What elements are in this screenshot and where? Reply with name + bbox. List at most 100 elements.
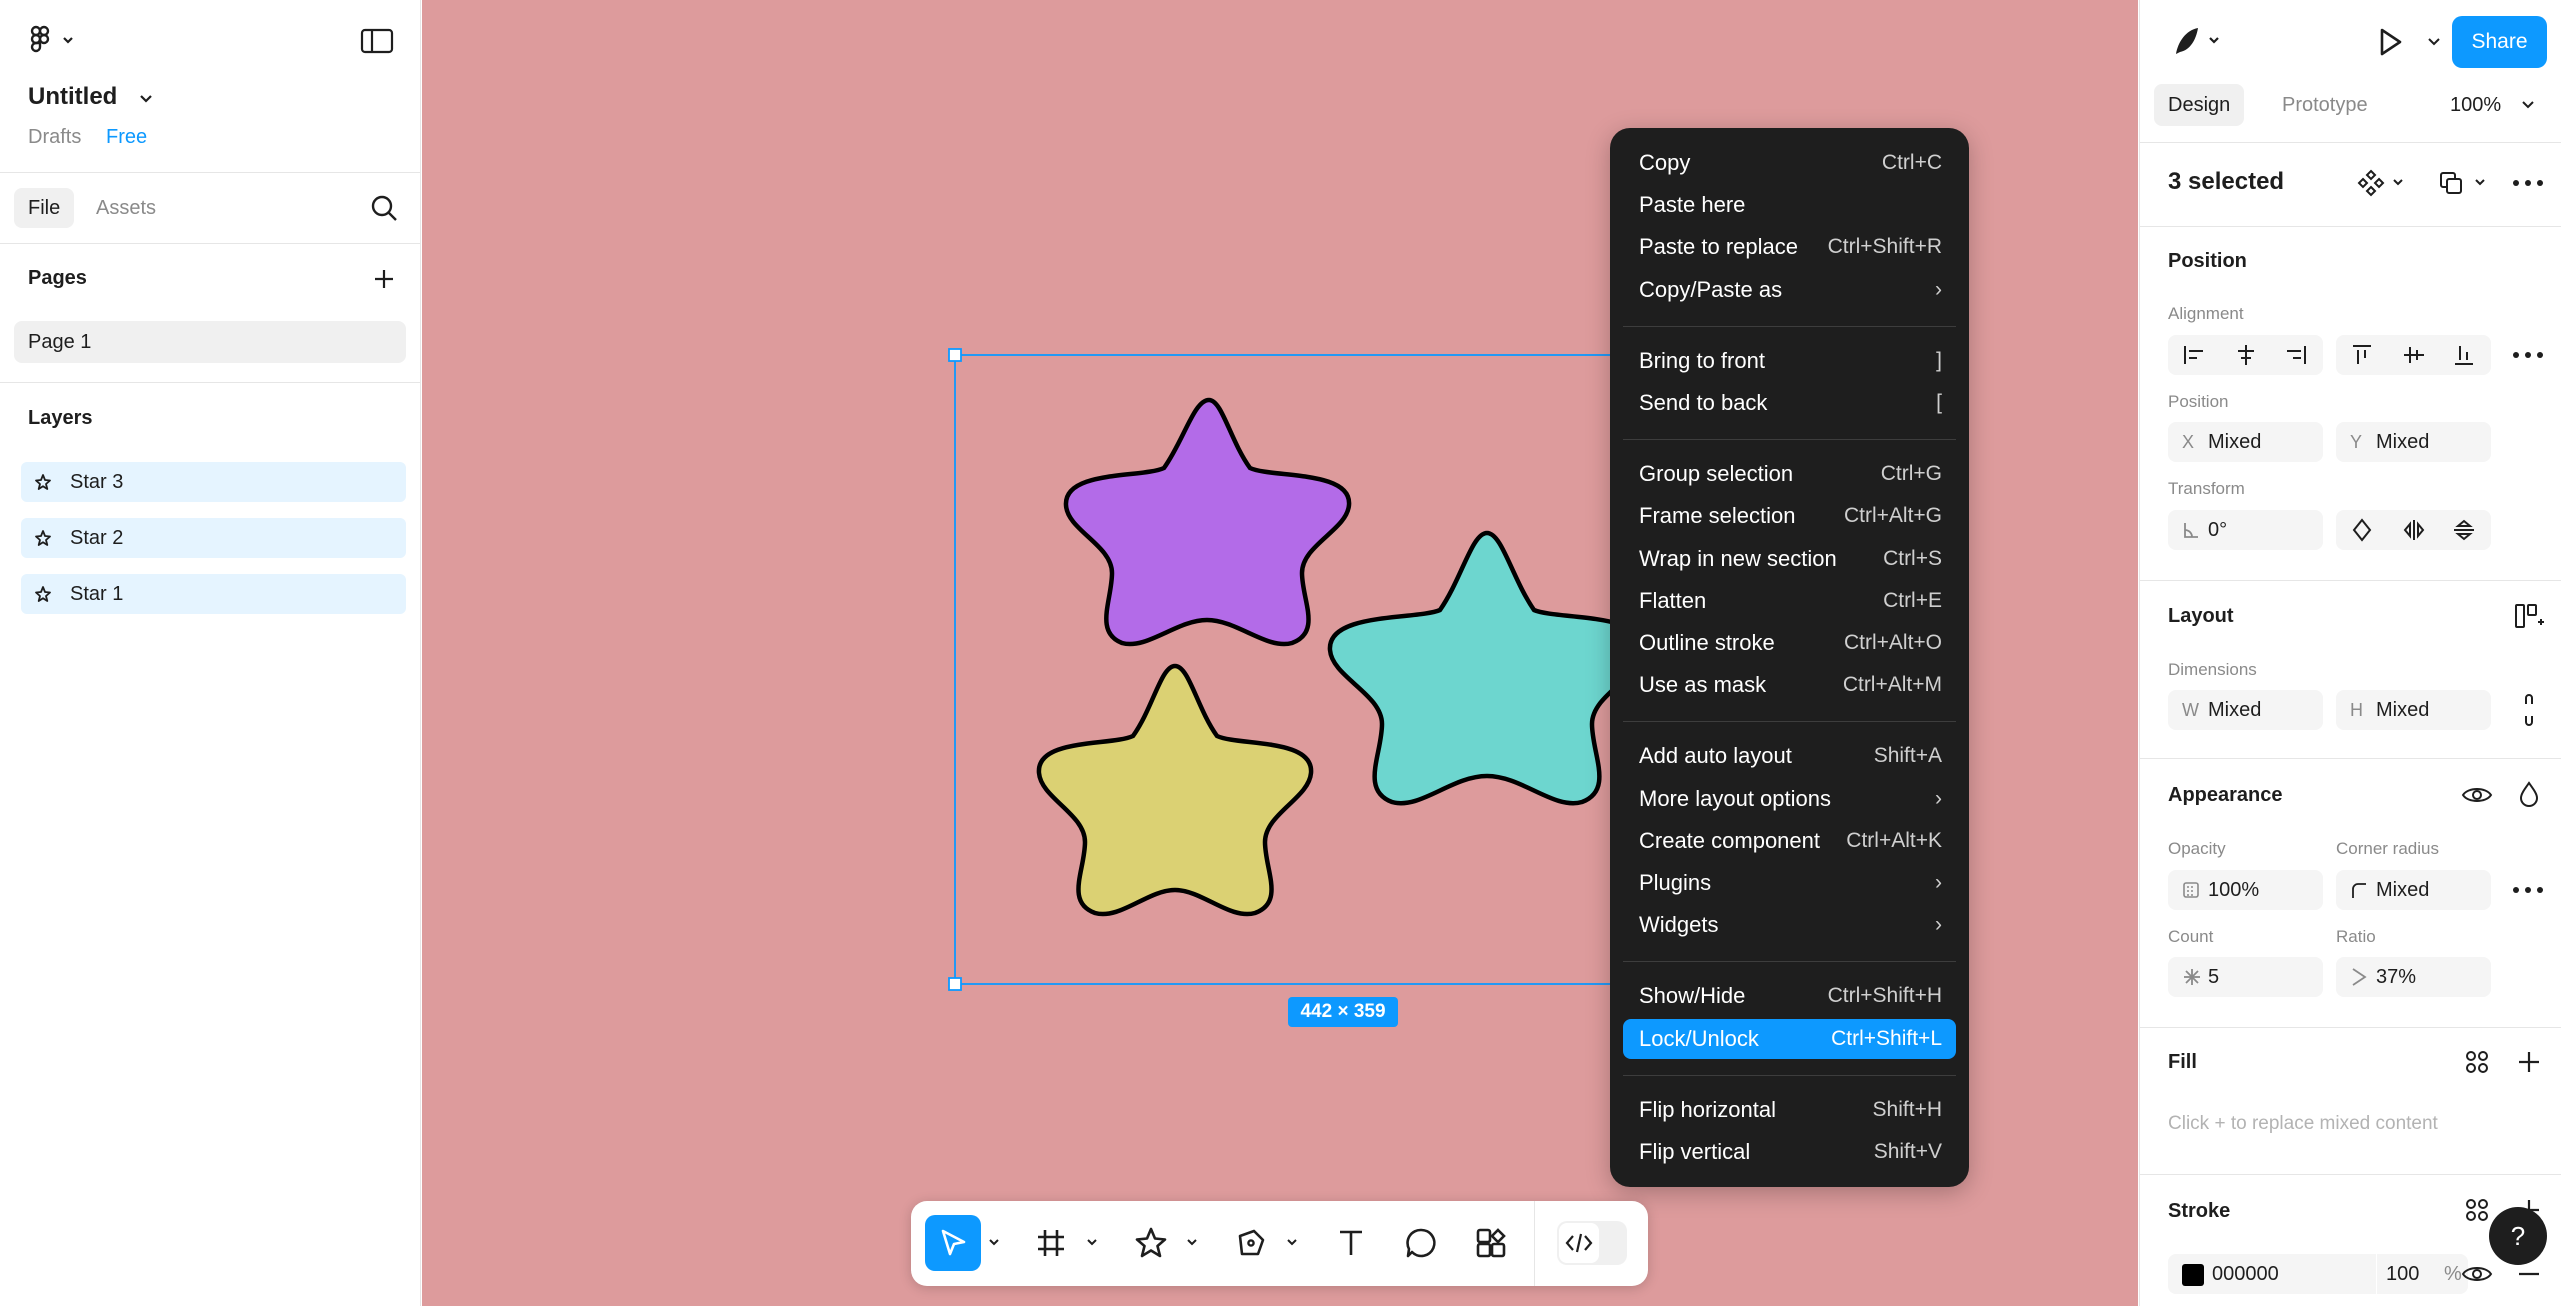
- main-menu-button[interactable]: [28, 24, 80, 58]
- file-name[interactable]: Untitled: [28, 83, 117, 111]
- actions-tool-button[interactable]: [1463, 1215, 1519, 1271]
- help-button[interactable]: ?: [2489, 1207, 2547, 1265]
- fill-styles-button[interactable]: [2458, 1044, 2496, 1080]
- pen-tool-button[interactable]: [1223, 1215, 1279, 1271]
- menu-item-label: Copy: [1639, 150, 1691, 175]
- corner-radius-field[interactable]: Mixed: [2336, 870, 2491, 910]
- stroke-opacity-value[interactable]: 100: [2386, 1254, 2419, 1294]
- plan-badge[interactable]: Free: [106, 126, 147, 149]
- menu-item[interactable]: Bring to front]: [1623, 341, 1956, 381]
- star-2-shape[interactable]: [1327, 530, 1647, 806]
- y-position-field[interactable]: Y Mixed: [2336, 422, 2491, 462]
- menu-item[interactable]: Add auto layout Shift+A: [1623, 736, 1956, 776]
- layer-row[interactable]: Star 1: [21, 574, 406, 614]
- align-center-button[interactable]: [2226, 335, 2266, 375]
- add-fill-button[interactable]: [2510, 1044, 2548, 1080]
- tab-assets[interactable]: Assets: [82, 188, 170, 228]
- x-position-field[interactable]: X Mixed: [2168, 422, 2323, 462]
- stroke-styles-button[interactable]: [2458, 1192, 2496, 1228]
- menu-item[interactable]: Flip vertical Shift+V: [1623, 1132, 1956, 1172]
- width-field[interactable]: W Mixed: [2168, 690, 2323, 730]
- menu-item[interactable]: Use as mask Ctrl+Alt+M: [1623, 665, 1956, 705]
- star-1-shape[interactable]: [1036, 663, 1314, 917]
- move-tool-chevron-icon[interactable]: [987, 1235, 1001, 1249]
- align-bottom-button[interactable]: [2444, 335, 2484, 375]
- layer-row[interactable]: Star 3: [21, 462, 406, 502]
- star-3-shape[interactable]: [1063, 397, 1352, 647]
- file-menu-chevron-icon[interactable]: [136, 88, 156, 108]
- alignment-more-button[interactable]: [2508, 338, 2548, 372]
- height-field[interactable]: H Mixed: [2336, 690, 2491, 730]
- menu-item[interactable]: Send to back [: [1623, 383, 1956, 423]
- menu-item[interactable]: Widgets ›: [1623, 905, 1956, 945]
- search-layers-button[interactable]: [366, 190, 402, 226]
- appearance-more-button[interactable]: [2508, 873, 2548, 907]
- visibility-button[interactable]: [2458, 776, 2496, 814]
- toggle-sidebar-button[interactable]: [358, 26, 396, 56]
- h-value: Mixed: [2376, 699, 2430, 721]
- user-menu-button[interactable]: [2168, 22, 2228, 62]
- flip-vertical-button[interactable]: [2444, 510, 2484, 550]
- menu-item[interactable]: Lock/Unlock Ctrl+Shift+L: [1623, 1018, 1956, 1059]
- menu-item[interactable]: Plugins ›: [1623, 863, 1956, 903]
- zoom-dropdown[interactable]: 100%: [2450, 84, 2501, 126]
- stroke-color-field[interactable]: 000000 100 %: [2168, 1254, 2468, 1294]
- zoom-chevron-icon[interactable]: [2520, 97, 2536, 113]
- flip-horizontal-button[interactable]: [2394, 510, 2434, 550]
- present-chevron-icon[interactable]: [2426, 34, 2442, 50]
- dev-mode-toggle[interactable]: [1557, 1221, 1627, 1265]
- menu-item[interactable]: More layout options ›: [1623, 779, 1956, 819]
- text-tool-button[interactable]: [1323, 1215, 1379, 1271]
- menu-item[interactable]: Flip horizontal Shift+H: [1623, 1090, 1956, 1130]
- stroke-visibility-button[interactable]: [2458, 1255, 2496, 1293]
- blend-mode-button[interactable]: [2510, 776, 2548, 814]
- layer-row[interactable]: Star 2: [21, 518, 406, 558]
- selection-handle[interactable]: [948, 977, 962, 991]
- shape-tool-chevron-icon[interactable]: [1185, 1235, 1199, 1249]
- ratio-field[interactable]: 37%: [2336, 957, 2491, 997]
- menu-item[interactable]: Flatten Ctrl+E: [1623, 581, 1956, 621]
- menu-item-label: Lock/Unlock: [1639, 1025, 1759, 1051]
- share-button[interactable]: Share: [2452, 16, 2547, 68]
- present-button[interactable]: [2372, 22, 2408, 62]
- menu-item[interactable]: Outline stroke Ctrl+Alt+O: [1623, 623, 1956, 663]
- constrain-proportions-button[interactable]: [2510, 690, 2548, 730]
- tab-file[interactable]: File: [14, 188, 75, 228]
- menu-item[interactable]: Copy/Paste as ›: [1623, 270, 1956, 310]
- more-options-button[interactable]: [2508, 166, 2548, 200]
- menu-item[interactable]: Create component Ctrl+Alt+K: [1623, 821, 1956, 861]
- link-icon: [2525, 694, 2533, 726]
- align-middle-button[interactable]: [2394, 335, 2434, 375]
- component-button[interactable]: [2356, 166, 2410, 200]
- add-page-button[interactable]: [366, 262, 402, 296]
- rotation-field[interactable]: 0°: [2168, 510, 2323, 550]
- tab-prototype[interactable]: Prototype: [2268, 84, 2382, 126]
- selection-handle[interactable]: [948, 348, 962, 362]
- stroke-color-swatch[interactable]: [2182, 1264, 2204, 1286]
- opacity-field[interactable]: 100%: [2168, 870, 2323, 910]
- file-location[interactable]: Drafts: [28, 126, 81, 149]
- menu-item-label: Paste here: [1639, 192, 1746, 218]
- comment-tool-button[interactable]: [1393, 1215, 1449, 1271]
- frame-tool-chevron-icon[interactable]: [1085, 1235, 1099, 1249]
- menu-item[interactable]: Copy Ctrl+C: [1623, 143, 1956, 183]
- menu-item[interactable]: Frame selection Ctrl+Alt+G: [1623, 496, 1956, 536]
- menu-item[interactable]: Paste here: [1623, 185, 1956, 225]
- auto-layout-button[interactable]: [2510, 598, 2548, 634]
- move-tool-button[interactable]: [925, 1215, 981, 1271]
- pen-tool-chevron-icon[interactable]: [1285, 1235, 1299, 1249]
- align-left-button[interactable]: [2174, 335, 2214, 375]
- menu-item[interactable]: Paste to replace Ctrl+Shift+R: [1623, 227, 1956, 267]
- menu-item[interactable]: Group selection Ctrl+G: [1623, 454, 1956, 494]
- boolean-button[interactable]: [2436, 166, 2492, 200]
- page-item[interactable]: Page 1: [14, 321, 406, 363]
- align-top-button[interactable]: [2342, 335, 2382, 375]
- frame-tool-button[interactable]: [1023, 1215, 1079, 1271]
- align-right-button[interactable]: [2276, 335, 2316, 375]
- tab-design[interactable]: Design: [2154, 84, 2245, 126]
- count-field[interactable]: 5: [2168, 957, 2323, 997]
- shape-tool-button[interactable]: [1123, 1215, 1179, 1271]
- rotate-90-button[interactable]: [2342, 510, 2382, 550]
- menu-item[interactable]: Wrap in new section Ctrl+S: [1623, 539, 1956, 579]
- menu-item[interactable]: Show/Hide Ctrl+Shift+H: [1623, 976, 1956, 1016]
